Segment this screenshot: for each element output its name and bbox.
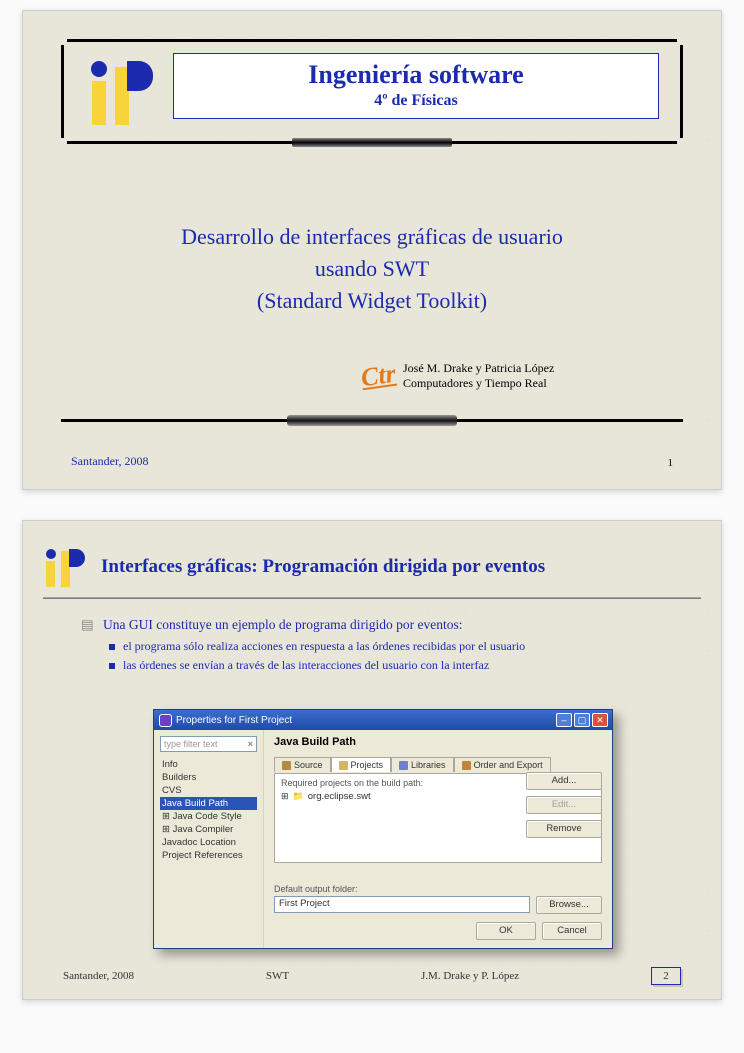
tree-item[interactable]: CVS (160, 784, 257, 797)
slide2-footer: Santander, 2008 SWT J.M. Drake y P. Lópe… (63, 967, 681, 985)
department: Computadores y Tiempo Real (403, 376, 554, 391)
bullet-marker-icon: ▤ (81, 617, 93, 633)
footer-location-date: Santander, 2008 (63, 970, 134, 982)
default-output-label: Default output folder: (274, 884, 602, 894)
tree-item[interactable]: Java Build Path (160, 797, 257, 810)
cancel-button[interactable]: Cancel (542, 922, 602, 940)
tab-order-and-export[interactable]: Order and Export (454, 757, 551, 772)
clear-filter-icon[interactable]: × (248, 739, 253, 749)
dialog-sidebar: type filter text × InfoBuildersCVSJava B… (154, 730, 264, 948)
maximize-button[interactable]: ▢ (574, 713, 590, 727)
footer-location-date: Santander, 2008 (71, 454, 149, 469)
ip-logo-small (43, 547, 85, 587)
tab-icon (282, 761, 291, 770)
tree-item[interactable]: ⊞ Java Compiler (160, 823, 257, 836)
close-button[interactable]: ✕ (592, 713, 608, 727)
course-subtitle: 4º de Físicas (182, 92, 650, 110)
tree-expand-icon[interactable]: ⊞ (281, 791, 289, 802)
tab-icon (399, 761, 408, 770)
authors-block: José M. Drake y Patricia López Computado… (403, 361, 554, 391)
tab-icon (339, 761, 348, 770)
category-tree[interactable]: InfoBuildersCVSJava Build Path⊞ Java Cod… (160, 758, 257, 862)
dialog-title: Properties for First Project (176, 715, 292, 726)
filter-input[interactable]: type filter text × (160, 736, 257, 752)
tree-item[interactable]: Javadoc Location (160, 836, 257, 849)
tree-item[interactable]: ⊞ Java Code Style (160, 810, 257, 823)
tab-icon (462, 761, 471, 770)
ip-logo (85, 55, 155, 125)
slide2-body: ▤ Una GUI constituye un ejemplo de progr… (81, 617, 681, 677)
tab-label: Order and Export (474, 760, 543, 770)
ok-button[interactable]: OK (476, 922, 536, 940)
remove-button[interactable]: Remove (526, 820, 602, 838)
tab-label: Libraries (411, 760, 446, 770)
tree-item[interactable]: Builders (160, 771, 257, 784)
slide-2: Interfaces gráficas: Programación dirigi… (22, 520, 722, 1000)
header-rule (43, 597, 701, 599)
tab-label: Source (294, 760, 323, 770)
tab-source[interactable]: Source (274, 757, 331, 772)
tree-item[interactable]: Info (160, 758, 257, 771)
tab-libraries[interactable]: Libraries (391, 757, 454, 772)
title-line-1: Desarrollo de interfaces gráficas de usu… (23, 221, 721, 253)
authors: José M. Drake y Patricia López (403, 361, 554, 376)
tab-projects[interactable]: Projects (331, 757, 392, 772)
course-title: Ingeniería software (182, 60, 650, 90)
slide-1: Ingeniería software 4º de Físicas Desarr… (22, 10, 722, 490)
slide2-title: Interfaces gráficas: Programación dirigi… (101, 556, 545, 578)
page-number: 2 (651, 967, 681, 985)
bullet-level2: las órdenes se envían a través de las in… (109, 658, 681, 673)
edit-button[interactable]: Edit... (526, 796, 602, 814)
course-title-box: Ingeniería software 4º de Físicas (173, 53, 659, 119)
bullet-level2: el programa sólo realiza acciones en res… (109, 639, 681, 654)
footer-subject: SWT (266, 970, 289, 982)
title-line-3: (Standard Widget Toolkit) (23, 285, 721, 317)
dialog-main: Java Build Path Source Projects Libraries O… (264, 730, 612, 948)
dialog-titlebar[interactable]: Properties for First Project – ▢ ✕ (154, 710, 612, 730)
page-number: 1 (668, 457, 674, 469)
panel-title: Java Build Path (274, 736, 602, 748)
project-icon: 📁 (293, 791, 304, 802)
square-bullet-icon (109, 663, 115, 669)
bottom-rail (61, 419, 683, 422)
bullet1-text: Una GUI constituye un ejemplo de program… (103, 617, 463, 633)
filter-placeholder: type filter text (164, 739, 218, 749)
presentation-title: Desarrollo de interfaces gráficas de usu… (23, 221, 721, 317)
add-button[interactable]: Add... (526, 772, 602, 790)
slide1-footer: Santander, 2008 1 (71, 454, 673, 469)
tab-bar: Source Projects Libraries Order and Export (274, 756, 602, 771)
minimize-button[interactable]: – (556, 713, 572, 727)
tree-item[interactable]: Project References (160, 849, 257, 862)
slide2-header: Interfaces gráficas: Programación dirigi… (43, 537, 701, 597)
eclipse-icon (160, 715, 171, 726)
title-line-2: usando SWT (23, 253, 721, 285)
required-item: org.eclipse.swt (308, 791, 371, 802)
square-bullet-icon (109, 644, 115, 650)
properties-dialog: Properties for First Project – ▢ ✕ type … (153, 709, 613, 949)
tab-label: Projects (351, 760, 384, 770)
browse-button[interactable]: Browse... (536, 896, 602, 914)
bullet1b-text: las órdenes se envían a través de las in… (123, 658, 489, 673)
bullet1a-text: el programa sólo realiza acciones en res… (123, 639, 525, 654)
footer-authors: J.M. Drake y P. López (421, 970, 519, 982)
bullet-level1: ▤ Una GUI constituye un ejemplo de progr… (81, 617, 681, 633)
ctr-logo: Ctr (359, 359, 398, 394)
default-output-field[interactable]: First Project (274, 896, 530, 913)
